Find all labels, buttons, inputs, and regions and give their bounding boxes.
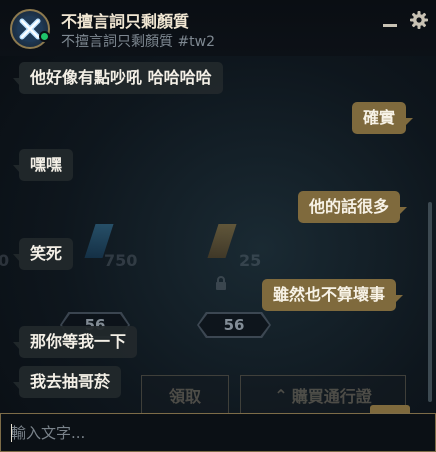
message-incoming: 嘿嘿 (12, 149, 74, 181)
minimize-icon[interactable] (381, 11, 399, 29)
message-incoming: 他好像有點吵吼 哈哈哈哈 (13, 62, 223, 94)
message-incoming: 笑死 (12, 238, 74, 270)
lock-icon (216, 276, 226, 290)
text-caret (11, 424, 12, 442)
message-input-container (0, 413, 436, 452)
friend-riot-id: 不擅言詞只剩顏質 #tw2 (61, 34, 216, 50)
gear-icon[interactable] (409, 10, 429, 30)
bg-number-25: 25 (239, 251, 262, 270)
bg-number-750: 750 (104, 251, 138, 270)
bg-level-badge-center: 56 (197, 312, 271, 338)
bg-buy-pass-label: 購買通行證 (291, 387, 372, 406)
online-status-indicator (39, 31, 50, 42)
friend-name: 不擅言詞只剩顏質 (61, 12, 190, 31)
message-outgoing: 雖然也不算壞事 (262, 279, 404, 311)
message-outgoing: 他的話很多 (298, 191, 408, 223)
message-incoming: 那你等我一下 (12, 326, 138, 358)
bg-claim-button: 領取 (141, 375, 229, 415)
bg-chevron-up-icon: ⌃ (274, 385, 288, 405)
message-input[interactable] (11, 422, 421, 444)
message-incoming: 我去抽哥菸 (12, 366, 122, 398)
scrollbar-thumb[interactable] (428, 202, 432, 402)
avatar[interactable] (10, 9, 50, 49)
bg-number-left: 0 (0, 251, 10, 270)
bg-orange-crystal (207, 224, 237, 258)
chat-header: 不擅言詞只剩顏質 不擅言詞只剩顏質 #tw2 (0, 0, 436, 56)
message-outgoing: 確實 (352, 102, 414, 134)
